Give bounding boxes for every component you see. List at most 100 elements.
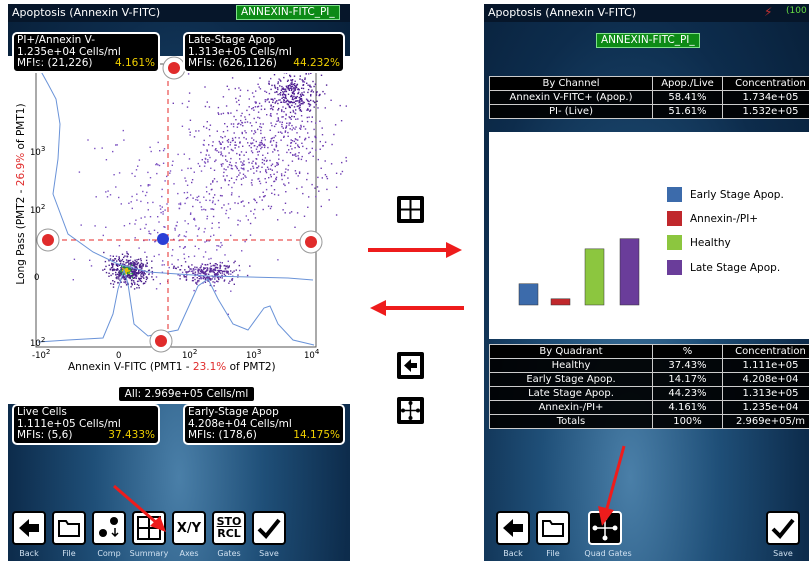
bar-healthy (584, 248, 605, 306)
quad-gates-icon (401, 401, 420, 420)
x-tick-1: -102 (32, 347, 51, 361)
quadrant-table: By Quadrant % Concentration Healthy 37.43… (489, 344, 809, 429)
back-arrow-icon (503, 519, 523, 537)
y-tick-2: 103 (30, 144, 46, 158)
gate-handle-right[interactable] (299, 230, 323, 254)
quadrant-ul-title: PI+/Annexin V- (17, 34, 96, 46)
gate-handle-left[interactable] (36, 228, 60, 252)
back-label: Back (19, 549, 39, 558)
folder-icon (542, 520, 564, 537)
sto-rcl-icon: STO RCL (216, 515, 242, 540)
save-label: Save (773, 549, 793, 558)
x-axis-label: Annexin V-FITC (PMT1 - 23.1% of PMT2) (68, 361, 276, 373)
file-button[interactable] (536, 511, 570, 545)
battery-status: (100 (786, 6, 807, 16)
quadrant-table-header: By Quadrant % Concentration (489, 344, 809, 359)
y-tick-4: 0 (34, 272, 40, 283)
left-gate-badge[interactable]: ANNEXIN-FITC_PI_ (236, 5, 340, 20)
quad-gates-label: Quad Gates (584, 549, 632, 558)
back-button[interactable] (12, 511, 46, 545)
quadrant-lr-mfi: MFIs: (178,6) (188, 429, 257, 441)
legend-item-annexin-neg: Annexin-/PI+ (667, 211, 758, 226)
legend-swatch (667, 260, 682, 275)
quadrant-ur-pct: 44.232% (293, 57, 340, 69)
checkmark-icon (771, 518, 795, 539)
x-tick-3: 102 (182, 347, 198, 361)
legend-swatch (667, 211, 682, 226)
quadrant-ll-mfi: MFIs: (5,6) (17, 429, 73, 441)
comp-label: Comp (97, 549, 121, 558)
quadrant-ll-title: Live Cells (17, 406, 67, 418)
summary-view-button[interactable] (397, 196, 424, 223)
scatter-plot-screen: Apoptosis (Annexin V-FITC) ANNEXIN-FITC_… (8, 4, 350, 561)
quad-grid-icon (401, 200, 420, 219)
table-row: Annexin V-FITC+ (Apop.) 58.41% 1.734e+05 (489, 90, 809, 105)
table-row: Annexin-/PI+ 4.161% 1.235e+04 (489, 400, 809, 415)
gate-handle-bottom[interactable] (149, 329, 173, 353)
legend-item-late: Late Stage Apop. (667, 260, 780, 275)
back-arrow-icon (401, 356, 420, 375)
quadrant-lr-title: Early-Stage Apop (188, 406, 279, 418)
legend-item-early: Early Stage Apop. (667, 187, 784, 202)
annotation-arrow-summary (113, 484, 166, 532)
back-button[interactable] (496, 511, 530, 545)
quad-gates-view-button[interactable] (397, 397, 424, 424)
save-button[interactable] (252, 511, 286, 545)
legend-swatch (667, 187, 682, 202)
folder-icon (58, 520, 80, 537)
checkmark-icon (257, 518, 281, 539)
backward-arrow (370, 300, 464, 316)
bar-early-stage-apop- (518, 283, 539, 306)
legend-item-healthy: Healthy (667, 235, 731, 250)
back-arrow-icon (19, 519, 39, 537)
gates-button[interactable]: STO RCL (212, 511, 246, 545)
left-title: Apoptosis (Annexin V-FITC) (12, 6, 161, 19)
chart-panel: Early Stage Apop. Annexin-/PI+ Healthy L… (489, 132, 809, 339)
table-row: Totals 100% 2.969e+05/m (489, 414, 809, 429)
summary-label: Summary (129, 549, 169, 558)
axes-label: Axes (179, 549, 199, 558)
right-title: Apoptosis (Annexin V-FITC) (488, 6, 637, 19)
all-count-box: All: 2.969e+05 Cells/ml (118, 386, 255, 402)
left-toolbar: Back File Comp Summary X/Y Axes STO RCL … (8, 501, 350, 561)
xy-icon: X/Y (176, 520, 202, 536)
save-label: Save (259, 549, 279, 558)
right-title-bar: Apoptosis (Annexin V-FITC) ⚡ (100 (484, 4, 809, 22)
x-tick-4: 103 (246, 347, 262, 361)
right-gate-badge[interactable]: ANNEXIN-FITC_PI_ (596, 33, 700, 48)
quadrant-ll-pct: 37.433% (108, 429, 155, 441)
right-toolbar: Back File Quad Gates Save (484, 501, 809, 561)
legend-swatch (667, 235, 682, 250)
gate-center-handle[interactable] (157, 233, 169, 245)
quadrant-ur-mfi: MFIs: (626,1126) (188, 57, 277, 69)
x-tick-5: 104 (304, 347, 320, 361)
quadrant-ul-mfi: MFIs: (21,226) (17, 57, 93, 69)
x-tick-2: 0 (116, 350, 122, 361)
bar-annexin-pi- (550, 298, 571, 306)
quadrant-ur-title: Late-Stage Apop (188, 34, 276, 46)
back-view-button[interactable] (397, 352, 424, 379)
table-row: Late Stage Apop. 44.23% 1.313e+05 (489, 386, 809, 401)
quadrant-ll-box: Live Cells 1.111e+05 Cells/ml MFIs: (5,6… (12, 404, 160, 445)
scatter-plot[interactable] (8, 24, 350, 404)
bar-late-stage-apop- (619, 238, 640, 306)
save-button[interactable] (766, 511, 800, 545)
annotation-arrow-quad-gates (598, 445, 626, 526)
table-row: Healthy 37.43% 1.111e+05 (489, 358, 809, 373)
back-label: Back (503, 549, 523, 558)
gate-handle-top[interactable] (162, 56, 186, 80)
quadrant-ur-box: Late-Stage Apop 1.313e+05 Cells/ml MFIs:… (183, 32, 345, 73)
gates-label: Gates (217, 549, 241, 558)
file-button[interactable] (52, 511, 86, 545)
quadrant-ul-pct: 4.161% (114, 57, 155, 69)
usb-icon: ⚡ (764, 5, 773, 19)
quadrant-bar-chart (518, 238, 640, 306)
quadrant-lr-box: Early-Stage Apop 4.208e+04 Cells/ml MFIs… (183, 404, 345, 445)
channel-table-header: By Channel Apop./Live Concentration (489, 76, 809, 91)
file-label: File (62, 549, 76, 558)
quadrant-lr-pct: 14.175% (293, 429, 340, 441)
table-row: Early Stage Apop. 14.17% 4.208e+04 (489, 372, 809, 387)
summary-screen: Apoptosis (Annexin V-FITC) ⚡ (100 ANNEXI… (484, 4, 809, 561)
file-label: File (546, 549, 560, 558)
table-row: PI- (Live) 51.61% 1.532e+05 (489, 104, 809, 119)
